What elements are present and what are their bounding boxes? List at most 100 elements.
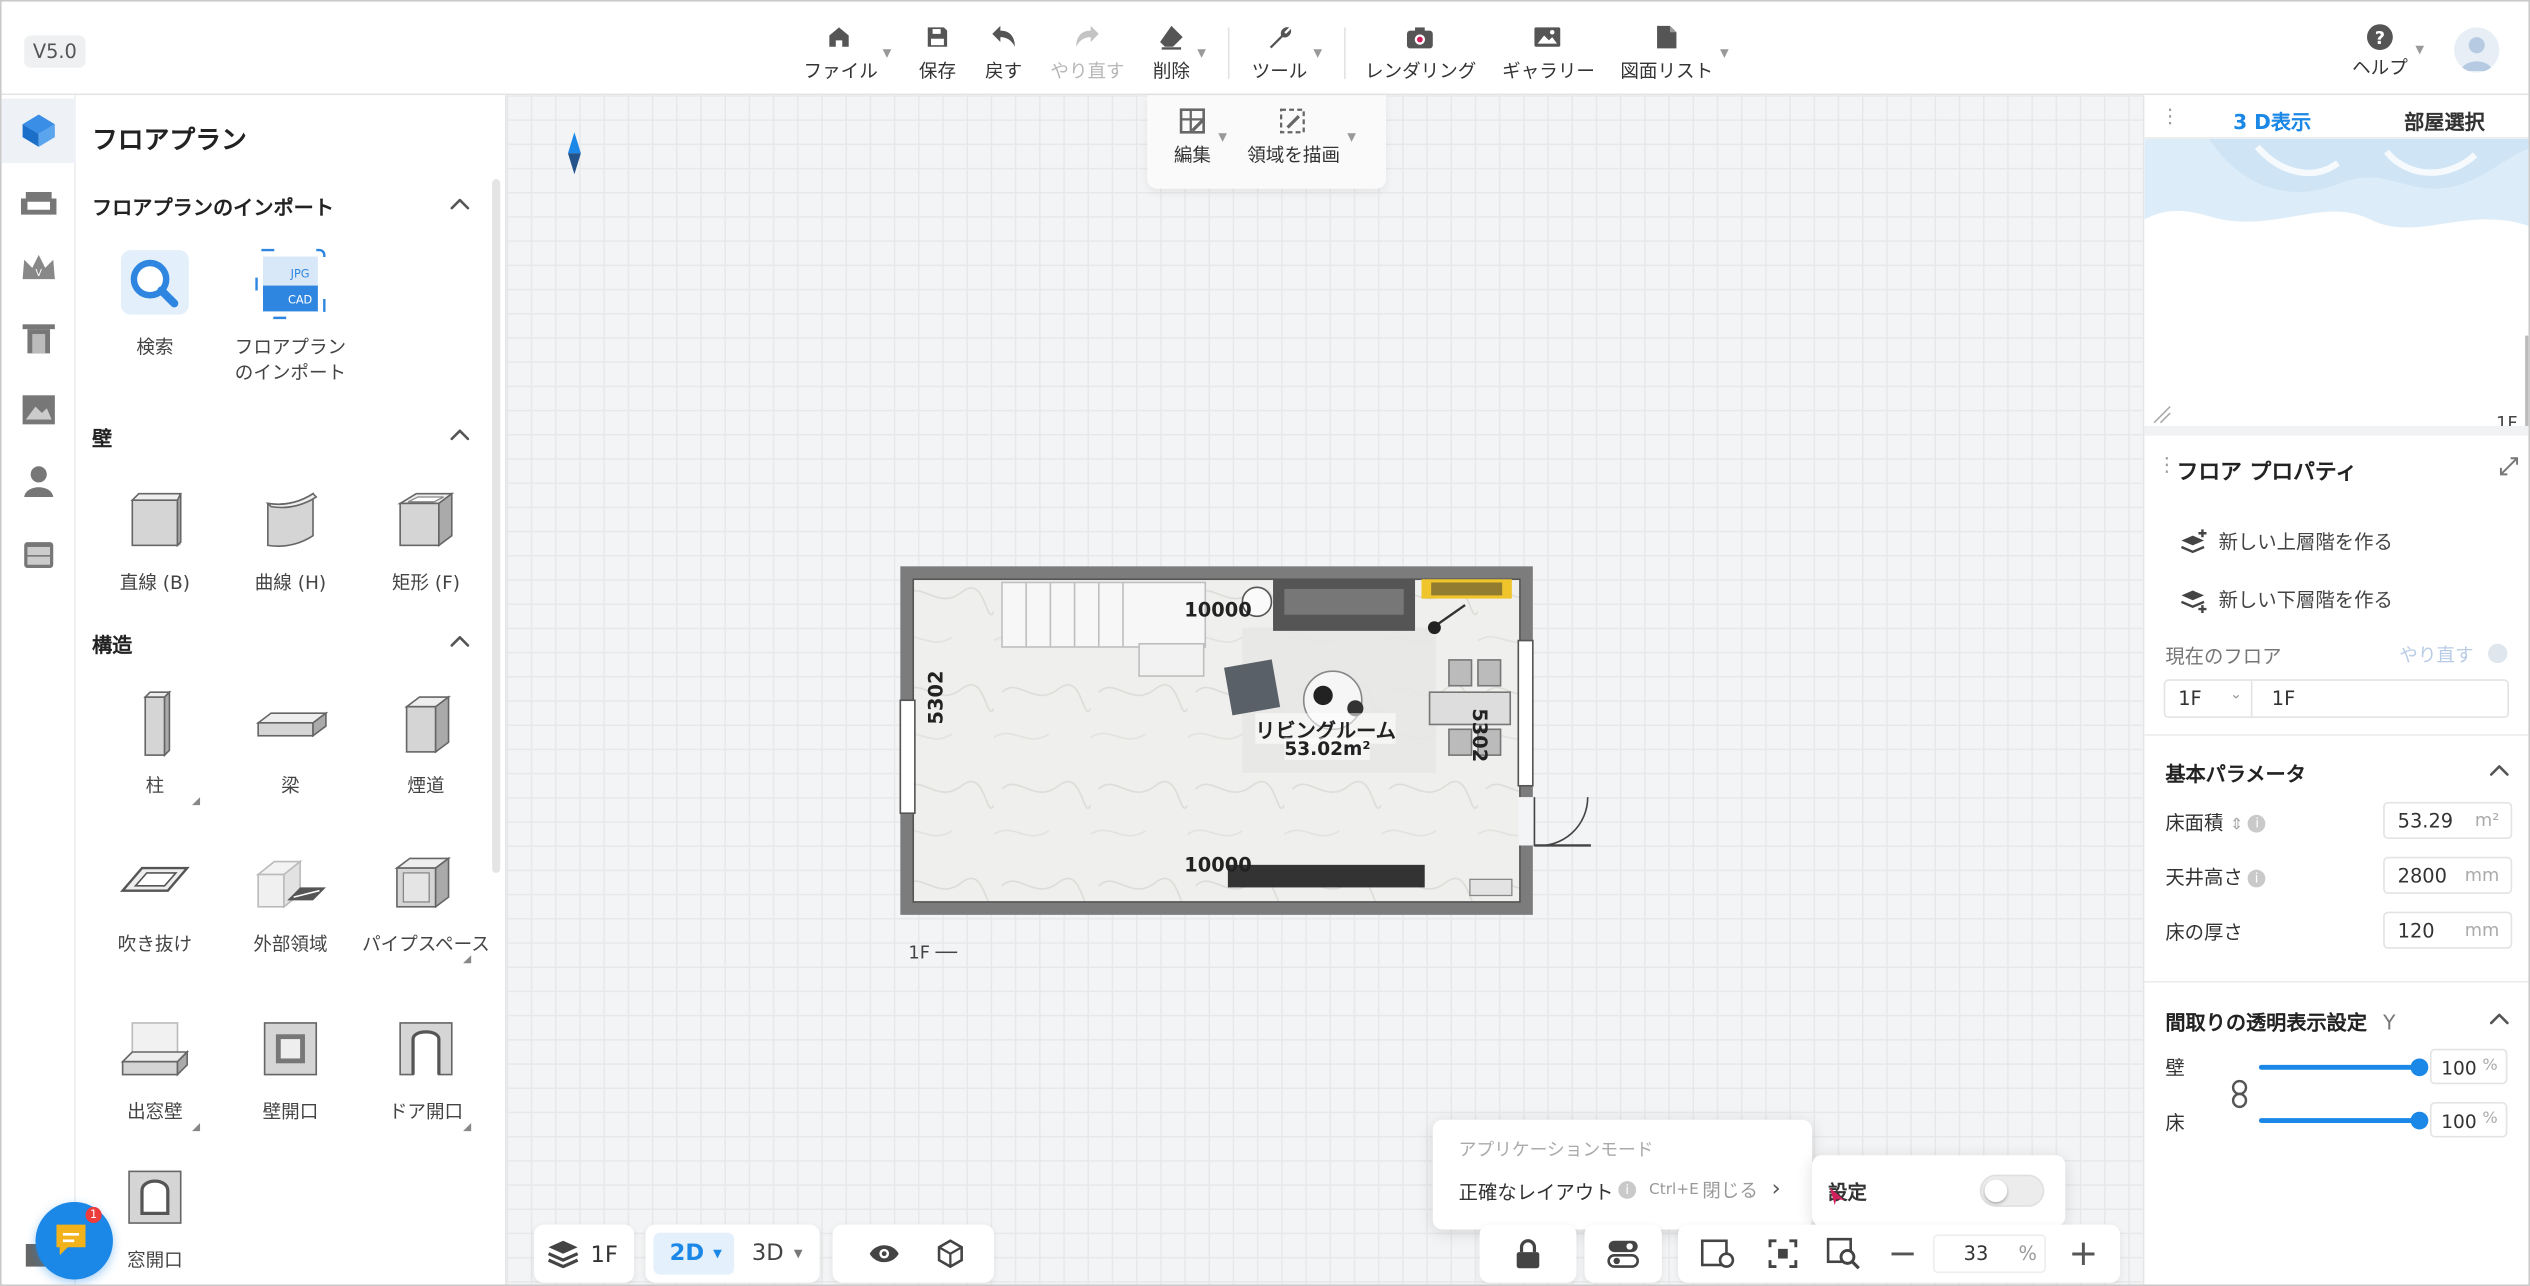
rail-floorplan[interactable] [1, 98, 76, 163]
structure-column-item[interactable]: 柱 [87, 683, 223, 806]
new-upper-floor-button[interactable]: 新しい上層階を作る [2180, 528, 2393, 555]
wall-curved-item[interactable]: 曲線 (H) [223, 479, 359, 595]
rail-storage[interactable] [15, 531, 63, 579]
door-icon [22, 324, 55, 354]
floor-dropdown[interactable]: 1F ⌄ [2165, 680, 2253, 717]
floor-transparency-slider[interactable] [2258, 1111, 2429, 1130]
save-button[interactable]: 保存 [915, 21, 960, 86]
structure-baywindow-item[interactable]: 出窓壁 [87, 1008, 223, 1132]
chevron-right-icon[interactable]: › [1772, 1176, 1781, 1202]
help-label: ヘルプ [2352, 56, 2408, 80]
cube-view-icon[interactable] [934, 1238, 966, 1270]
new-lower-floor-button[interactable]: 新しい下層階を作る [2180, 586, 2393, 613]
lock-icon[interactable] [1513, 1238, 1542, 1270]
chevron-up-icon[interactable] [2489, 1012, 2509, 1025]
rail-doors-windows[interactable] [15, 315, 63, 363]
link-icon[interactable] [2228, 1079, 2251, 1109]
wall-straight-item[interactable]: 直線 (B) [87, 479, 223, 595]
tab-room-select[interactable]: 部屋選択 [2404, 105, 2485, 136]
rail-landscape[interactable] [15, 386, 63, 434]
svg-text:?: ? [2375, 29, 2385, 49]
zoom-out-button[interactable]: − [1888, 1234, 1918, 1274]
rail-premium[interactable]: V [15, 244, 63, 292]
chevron-up-icon[interactable] [2489, 763, 2509, 776]
info-icon[interactable]: i [1618, 1181, 1637, 1199]
floor-area-field[interactable]: 53.29 m² [2383, 801, 2513, 840]
floor-name-input[interactable]: 1F [2272, 687, 2295, 710]
void-opening-icon [115, 841, 196, 922]
3d-preview[interactable]: 1F [2144, 138, 2529, 426]
switches-icon[interactable] [1607, 1238, 1639, 1270]
rail-furniture[interactable] [15, 176, 63, 224]
wall-opening-icon [250, 1008, 331, 1089]
drawing-list-button[interactable]: 図面リスト [1620, 21, 1714, 86]
draw-area-icon [1247, 105, 1337, 137]
help-button[interactable]: ? ヘルプ [2351, 21, 2409, 86]
eye-icon[interactable] [868, 1238, 900, 1270]
draw-area-button[interactable]: 領域を描画 [1247, 105, 1340, 170]
chevron-down-icon: ▼ [1197, 46, 1206, 60]
mountain-icon [22, 395, 55, 425]
top-toolbar: V5.0 ファイル ▼ 保存 戻す やり直す 削除 ▼ ツール ▼ レンダリング… [1, 1, 2529, 96]
render-button[interactable]: レンダリング [1365, 21, 1476, 86]
structure-beam-item[interactable]: 梁 [223, 683, 359, 799]
undo-button[interactable]: 戻す [981, 21, 1026, 86]
floor-area-label: 床面積 ⇕ i [2165, 808, 2267, 835]
drag-handle-icon[interactable]: ⋮ [2157, 453, 2176, 476]
slider-knob[interactable] [2410, 1058, 2429, 1077]
slider-knob[interactable] [2410, 1111, 2429, 1130]
chevron-up-icon[interactable] [450, 428, 470, 441]
floor-plan[interactable]: 10000 10000 5302 5302 リビングルーム 53.02m² [897, 563, 1607, 934]
wall-transparency-field[interactable]: 100% [2429, 1048, 2508, 1085]
tools-menu-button[interactable]: ツール [1250, 21, 1308, 86]
zoom-field[interactable]: 33 % [1932, 1234, 2046, 1274]
chevron-up-icon[interactable] [450, 197, 470, 210]
floor-transparency-field[interactable]: 100% [2429, 1102, 2508, 1138]
floor-layer-control[interactable]: 1F [534, 1224, 635, 1283]
gallery-button[interactable]: ギャラリー [1502, 21, 1595, 86]
door-opening-icon [386, 1008, 467, 1089]
toggle-control [1584, 1224, 1662, 1283]
magnifier-icon [115, 244, 196, 325]
structure-pipespace-item[interactable]: パイプスペース [358, 841, 494, 964]
settings-toggle[interactable] [1979, 1174, 2045, 1207]
structure-wallopening-item[interactable]: 壁開口 [223, 1008, 359, 1124]
redo-button[interactable]: やり直す [1050, 21, 1125, 86]
chevron-down-icon: ▼ [2415, 43, 2425, 57]
drag-handle-icon[interactable]: ⋮ [2160, 105, 2179, 128]
structure-exterior-item[interactable]: 外部領域 [223, 841, 359, 957]
rail-people[interactable] [15, 457, 63, 505]
delete-button[interactable]: 削除 [1149, 21, 1194, 86]
tab-3d-view[interactable]: 3 D表示 [2233, 105, 2311, 136]
item-label: パイプスペース [362, 932, 490, 956]
mode-close-label[interactable]: 閉じる [1702, 1178, 1758, 1204]
import-search-item[interactable]: 検索 [87, 244, 223, 360]
view-3d-button[interactable]: 3D ▼ [742, 1233, 813, 1275]
fit-view-icon[interactable] [1767, 1238, 1799, 1270]
file-menu-button[interactable]: ファイル [804, 21, 878, 86]
zoom-region-icon[interactable] [1826, 1237, 1861, 1270]
bay-window-wall-icon [115, 1008, 196, 1089]
view-settings-icon[interactable] [1700, 1238, 1736, 1270]
precise-layout-mode[interactable]: 正確なレイアウト [1459, 1178, 1614, 1205]
zoom-in-button[interactable]: + [2069, 1234, 2099, 1274]
structure-void-item[interactable]: 吹き抜け [87, 841, 223, 957]
wall-transparency-label: 壁 [2165, 1056, 2185, 1080]
info-icon[interactable]: i [2248, 814, 2267, 833]
ceiling-height-field[interactable]: 2800 mm [2383, 856, 2513, 894]
floor-thickness-field[interactable]: 120 mm [2383, 911, 2513, 949]
import-floorplan-item[interactable]: JPG CAD フロアプラン のインポート [223, 244, 359, 386]
lock-control [1479, 1224, 1577, 1283]
edit-button[interactable]: 編集 [1167, 105, 1219, 170]
design-canvas[interactable]: 編集 ▼ 領域を描画 ▼ 10000 10000 5302 5302 リビングル… [506, 95, 2143, 1285]
wall-transparency-slider[interactable] [2258, 1058, 2429, 1077]
view-2d-button[interactable]: 2D ▼ [653, 1232, 735, 1275]
info-icon[interactable]: i [2247, 869, 2266, 888]
structure-flue-item[interactable]: 煙道 [358, 683, 494, 799]
expand-icon[interactable] [2499, 457, 2519, 476]
structure-dooropening-item[interactable]: ドア開口 [358, 1008, 494, 1132]
wall-rect-item[interactable]: 矩形 (F) [358, 479, 494, 595]
user-avatar[interactable] [2454, 27, 2500, 73]
chevron-up-icon[interactable] [450, 634, 470, 647]
chat-button[interactable]: 1 [35, 1202, 113, 1280]
